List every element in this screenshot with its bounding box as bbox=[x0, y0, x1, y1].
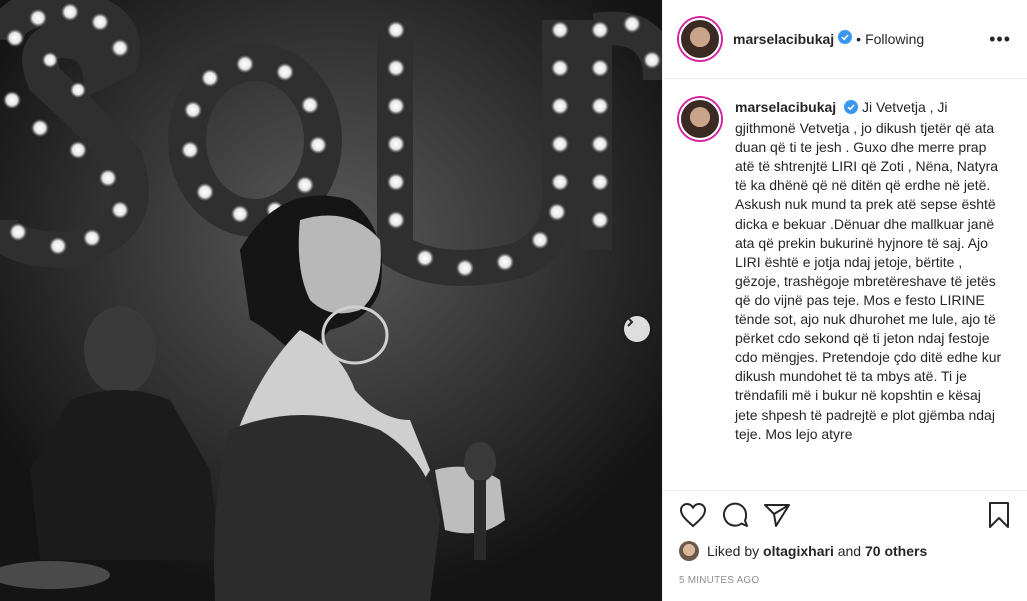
comment-icon[interactable] bbox=[721, 501, 749, 529]
caption-username[interactable]: marselacibukaj bbox=[735, 99, 836, 115]
liker-username[interactable]: oltagixhari bbox=[763, 543, 834, 559]
likes-middle: and bbox=[837, 543, 862, 559]
heart-icon[interactable] bbox=[679, 502, 707, 528]
liker-avatar[interactable] bbox=[679, 541, 699, 561]
post-photo[interactable] bbox=[0, 0, 662, 601]
verified-badge-icon bbox=[844, 100, 859, 119]
caption-avatar[interactable] bbox=[679, 98, 721, 140]
author-username[interactable]: marselacibukaj bbox=[733, 31, 834, 47]
caption-text: marselacibukaj Ji Vetvetja , Ji gjithmon… bbox=[735, 98, 1007, 490]
photo-scene bbox=[0, 0, 662, 601]
post-side-panel: marselacibukaj • Following ••• marselaci… bbox=[662, 0, 1027, 601]
post-timestamp[interactable]: 5 MINUTES AGO bbox=[679, 575, 1011, 586]
more-options-button[interactable]: ••• bbox=[989, 30, 1011, 48]
action-icons-row bbox=[679, 491, 1011, 539]
post-header: marselacibukaj • Following ••• bbox=[663, 0, 1027, 79]
header-separator: • bbox=[856, 31, 862, 47]
likes-prefix: Liked by bbox=[707, 543, 760, 559]
caption-block: marselacibukaj Ji Vetvetja , Ji gjithmon… bbox=[663, 80, 1027, 490]
author-avatar[interactable] bbox=[679, 18, 721, 60]
chevron-right-icon bbox=[627, 317, 634, 327]
caption-body: Ji Vetvetja , Ji gjithmonë Vetvetja , jo… bbox=[735, 99, 1002, 442]
verified-badge-icon bbox=[838, 29, 853, 49]
likes-others-link[interactable]: 70 others bbox=[865, 543, 927, 559]
next-photo-button[interactable] bbox=[624, 316, 650, 342]
post-actions: Liked by oltagixhari and 70 others 5 MIN… bbox=[663, 490, 1027, 601]
following-button[interactable]: Following bbox=[865, 31, 924, 47]
likes-summary: Liked by oltagixhari and 70 others bbox=[679, 541, 1011, 561]
send-icon[interactable] bbox=[763, 502, 791, 528]
bookmark-icon[interactable] bbox=[987, 501, 1011, 529]
